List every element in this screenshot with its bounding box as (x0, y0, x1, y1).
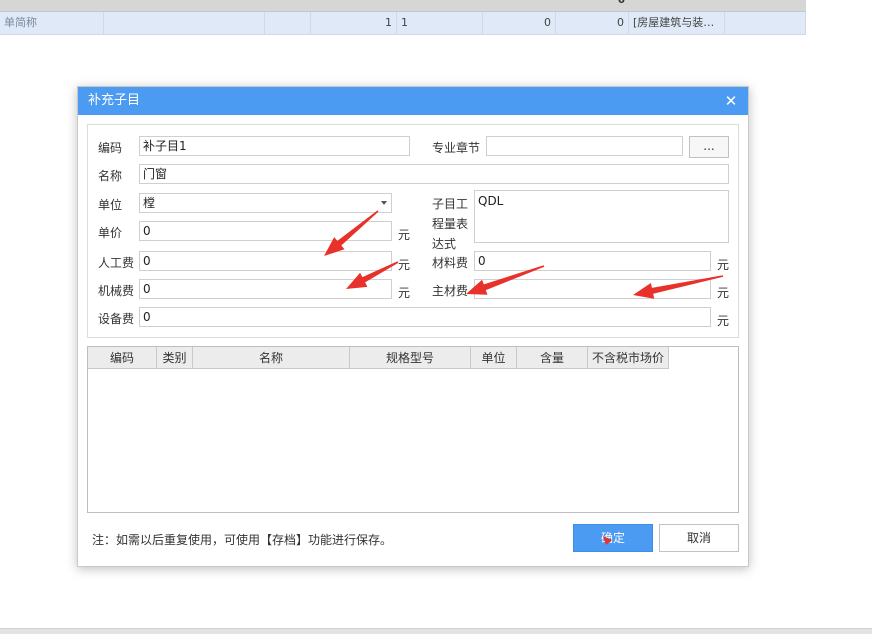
chevron-down-icon[interactable] (381, 201, 387, 205)
material-input[interactable]: 0 (474, 251, 711, 271)
grid-cell (265, 12, 311, 34)
grid-cell: 单简称 (0, 12, 104, 34)
machine-suffix: 元 (398, 286, 411, 300)
equipment-label: 设备费 (98, 312, 135, 326)
labor-suffix: 元 (398, 258, 411, 272)
column-header-category[interactable]: 类别 (157, 347, 193, 369)
equipment-input[interactable]: 0 (139, 307, 711, 327)
background-grid-header: 0 (0, 0, 806, 12)
grid-cell: [房屋建筑与装… (629, 12, 725, 34)
column-header-quantity[interactable]: 含量 (517, 347, 588, 369)
machine-label: 机械费 (98, 284, 135, 298)
confirm-button[interactable]: 确定 (573, 524, 653, 552)
close-icon[interactable]: ✕ (722, 92, 740, 110)
cancel-button[interactable]: 取消 (659, 524, 739, 552)
save-hint-note: 注：如需以后重复使用，可使用【存档】功能进行保存。 (92, 533, 393, 547)
labor-label: 人工费 (98, 256, 135, 270)
labor-input[interactable]: 0 (139, 251, 392, 271)
column-header-name[interactable]: 名称 (193, 347, 350, 369)
grid-cell: 1 (311, 12, 397, 34)
dialog-titlebar[interactable]: 补充子目 ✕ (78, 87, 748, 115)
chapter-label: 专业章节 (432, 141, 481, 155)
unit-select[interactable]: 樘 (139, 193, 392, 213)
grid-cell: 0 (556, 12, 629, 34)
grid-cell (104, 12, 265, 34)
chapter-browse-button[interactable]: ... (689, 136, 729, 158)
main-material-label: 主材费 (432, 284, 469, 298)
column-header-spec[interactable]: 规格型号 (350, 347, 471, 369)
main-material-suffix: 元 (717, 286, 730, 300)
quantity-expr-label: 子目工程量表达式 (432, 197, 469, 251)
code-label: 编码 (98, 141, 123, 155)
material-label: 材料费 (432, 256, 469, 270)
column-header-code[interactable]: 编码 (88, 347, 157, 369)
materials-table[interactable]: 编码 类别 名称 规格型号 单位 含量 不含税市场价 (87, 346, 739, 513)
supplement-item-dialog: 补充子目 ✕ 编码 补子目1 专业章节 ... 名称 门窗 单位 樘 子目工程量… (77, 86, 749, 567)
code-input[interactable]: 补子目1 (139, 136, 410, 156)
unit-label: 单位 (98, 198, 123, 212)
background-grid-row[interactable]: 单简称 1 1 0 0 [房屋建筑与装… (0, 12, 806, 35)
material-suffix: 元 (717, 258, 730, 272)
column-header-unit[interactable]: 单位 (471, 347, 517, 369)
form-panel: 编码 补子目1 专业章节 ... 名称 门窗 单位 樘 子目工程量表达式 QDL… (87, 124, 739, 338)
background-header-value: 0 (618, 0, 625, 6)
machine-input[interactable]: 0 (139, 279, 392, 299)
chapter-input[interactable] (486, 136, 683, 156)
grid-cell (725, 12, 806, 34)
column-header-market-price[interactable]: 不含税市场价 (588, 347, 669, 369)
main-material-input[interactable]: 0 (474, 279, 711, 299)
quantity-expr-input[interactable]: QDL (474, 190, 729, 243)
bottom-scrollbar[interactable] (0, 628, 872, 634)
equipment-suffix: 元 (717, 314, 730, 328)
unit-value: 樘 (143, 196, 156, 210)
name-label: 名称 (98, 169, 123, 183)
unit-price-label: 单价 (98, 226, 123, 240)
grid-cell: 0 (483, 12, 556, 34)
unit-price-input[interactable]: 0 (139, 221, 392, 241)
unit-price-suffix: 元 (398, 228, 411, 242)
dialog-title: 补充子目 (88, 93, 141, 108)
grid-cell: 1 (397, 12, 483, 34)
name-input[interactable]: 门窗 (139, 164, 729, 184)
